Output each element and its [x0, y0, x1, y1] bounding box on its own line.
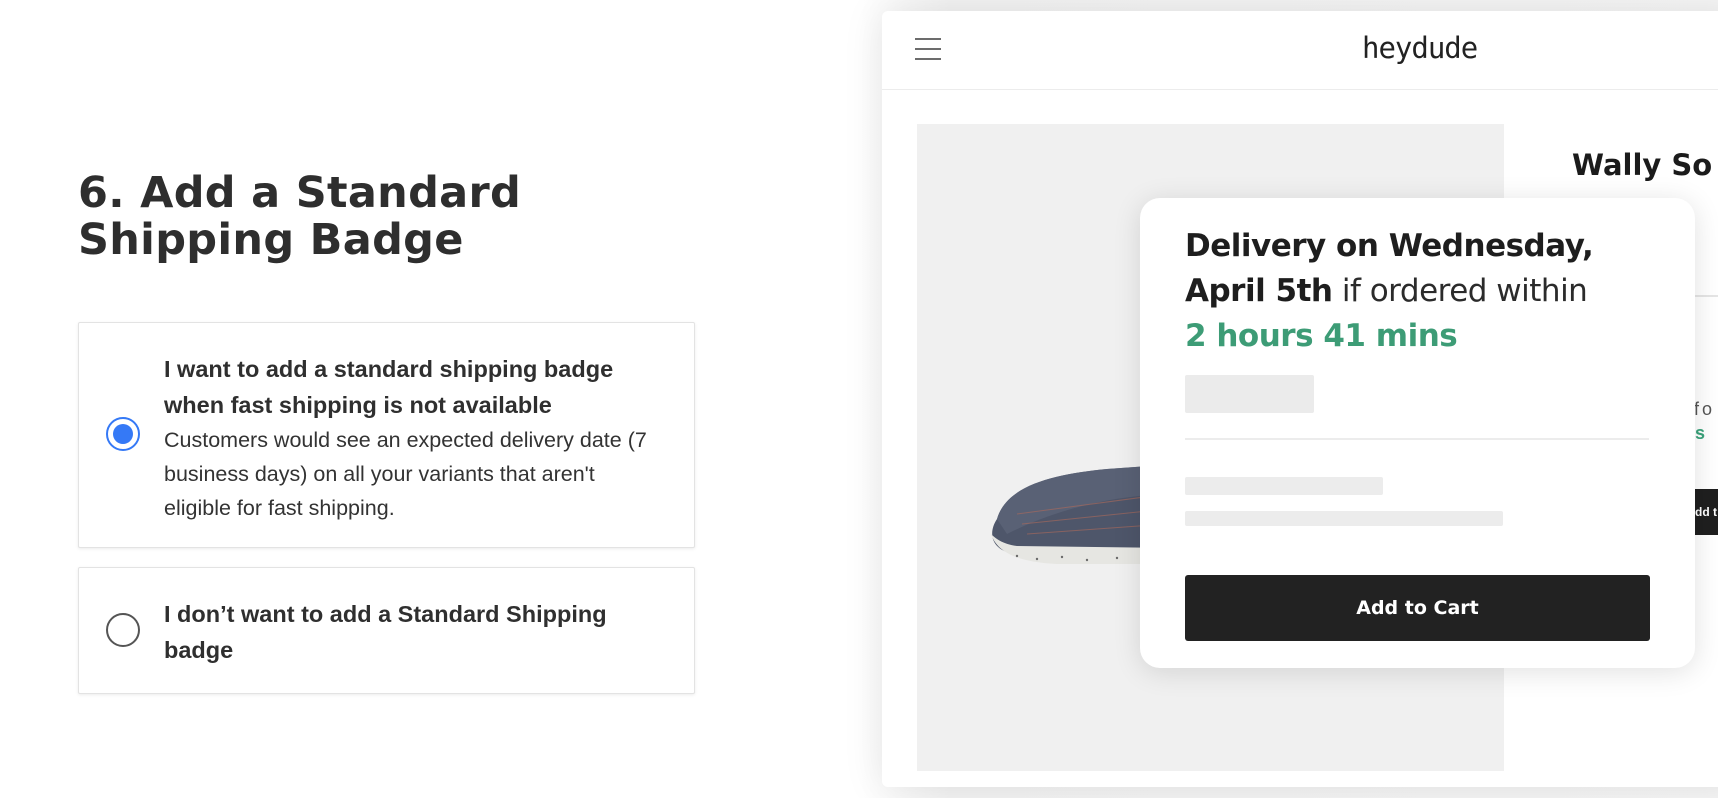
- option-description: Customers would see an expected delivery…: [164, 428, 647, 520]
- delivery-badge-card: Delivery on Wednesday, April 5th if orde…: [1140, 198, 1695, 668]
- radio-button[interactable]: [106, 613, 140, 647]
- option-title: I want to add a standard shipping badge …: [164, 356, 614, 418]
- placeholder-line: [1185, 511, 1503, 526]
- countdown-timer: 2 hours 41 mins: [1185, 318, 1458, 354]
- option-add-standard-badge[interactable]: I want to add a standard shipping badge …: [78, 322, 695, 548]
- delivery-condition: if ordered within: [1332, 273, 1588, 309]
- store-header: heydude: [882, 11, 1718, 90]
- option-no-standard-badge[interactable]: I don’t want to add a Standard Shipping …: [78, 567, 695, 694]
- product-name: Wally So: [1572, 148, 1713, 182]
- delivery-message: Delivery on Wednesday, April 5th if orde…: [1185, 224, 1665, 359]
- hamburger-menu-icon[interactable]: [915, 36, 941, 62]
- option-title: I don’t want to add a Standard Shipping …: [164, 601, 607, 663]
- add-to-cart-button-partial[interactable]: dd t: [1691, 489, 1718, 535]
- store-preview: heydude Wally So fo s dd t Delivery on W…: [882, 11, 1718, 787]
- store-logo: heydude: [1362, 31, 1478, 65]
- page-title: 6. Add a Standard Shipping Badge: [78, 168, 522, 265]
- settings-panel: 6. Add a Standard Shipping Badge I want …: [0, 0, 760, 798]
- product-detail-highlight: s: [1695, 423, 1706, 443]
- radio-button-selected[interactable]: [106, 417, 140, 451]
- placeholder-line: [1185, 477, 1383, 495]
- add-to-cart-button[interactable]: Add to Cart: [1185, 575, 1650, 641]
- product-detail-text: fo: [1694, 399, 1716, 419]
- placeholder-block: [1185, 375, 1314, 413]
- divider: [1692, 295, 1718, 297]
- card-divider: [1185, 438, 1649, 440]
